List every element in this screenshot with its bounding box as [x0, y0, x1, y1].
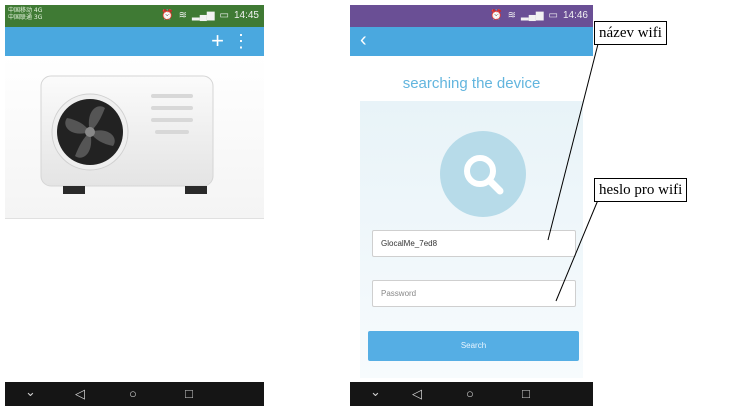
annotation-lines — [547, 43, 599, 302]
leader-line-wifi-password — [555, 199, 599, 302]
leader-line-wifi-name — [547, 43, 599, 241]
annotation-wifi-name: název wifi — [594, 21, 667, 45]
annotation-wifi-password: heslo pro wifi — [594, 178, 688, 202]
